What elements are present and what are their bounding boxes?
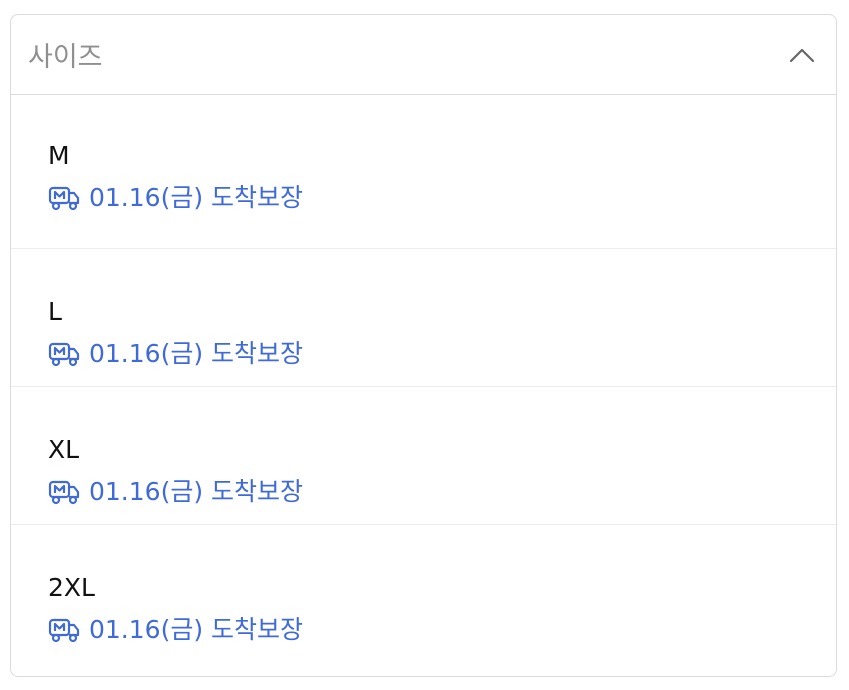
size-dropdown-header[interactable]: 사이즈 — [11, 15, 836, 95]
delivery-date-text: 01.16(금) 도착보장 — [89, 477, 304, 506]
delivery-info: 01.16(금) 도착보장 — [48, 477, 836, 507]
delivery-info: 01.16(금) 도착보장 — [48, 615, 836, 645]
size-option-xl[interactable]: XL 01.16(금) 도착보장 — [11, 387, 836, 525]
size-option-l[interactable]: L 01.16(금) 도착보장 — [11, 249, 836, 387]
size-dropdown-title: 사이즈 — [28, 42, 103, 73]
delivery-date-text: 01.16(금) 도착보장 — [89, 615, 304, 644]
delivery-truck-icon — [48, 618, 80, 643]
delivery-info: 01.16(금) 도착보장 — [48, 183, 836, 213]
chevron-up-icon[interactable] — [788, 41, 816, 69]
size-dropdown: 사이즈 M 01.16(금) 도착보장 L 01.16(금) 도착보장 XL 0… — [10, 14, 837, 677]
delivery-truck-icon — [48, 342, 80, 367]
size-option-m[interactable]: M 01.16(금) 도착보장 — [11, 95, 836, 249]
delivery-info: 01.16(금) 도착보장 — [48, 339, 836, 369]
size-option-label: 2XL — [48, 573, 95, 602]
size-option-label: L — [48, 297, 62, 326]
size-option-list: M 01.16(금) 도착보장 L 01.16(금) 도착보장 XL 01.16… — [11, 95, 836, 663]
delivery-date-text: 01.16(금) 도착보장 — [89, 183, 304, 212]
delivery-date-text: 01.16(금) 도착보장 — [89, 339, 304, 368]
size-option-label: M — [48, 141, 70, 170]
delivery-truck-icon — [48, 480, 80, 505]
size-option-2xl[interactable]: 2XL 01.16(금) 도착보장 — [11, 525, 836, 663]
size-option-label: XL — [48, 435, 80, 464]
delivery-truck-icon — [48, 186, 80, 211]
